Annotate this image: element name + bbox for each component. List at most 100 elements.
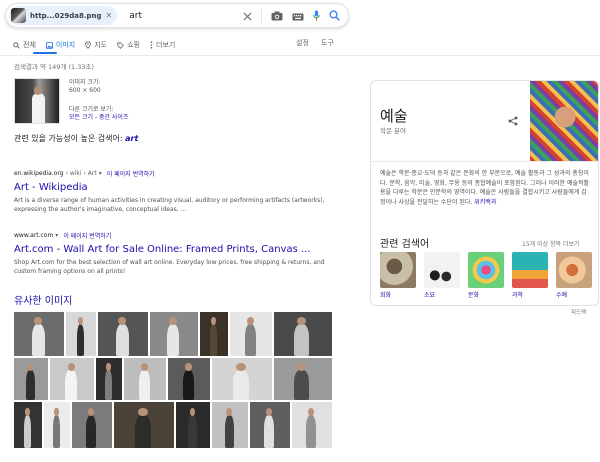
translate-link[interactable]: 이 페이지 번역하기 [63,231,111,240]
share-icon[interactable] [508,111,518,130]
tab-label: 이미지 [55,41,76,49]
translate-link[interactable]: 이 페이지 번역하기 [107,169,155,178]
result-url[interactable]: en.wikipedia.org [14,170,64,177]
best-guess-term[interactable]: art [125,134,138,143]
kp-description: 예술은 학문·종교·도덕 등과 같은 문화의 한 부문으로, 예술 활동과 그 … [380,169,592,207]
best-guess-prefix: 관련 있을 가능성이 높은 검색어: [14,134,123,143]
chip-label: http...029da8.png [30,11,102,20]
tag-icon [117,41,124,49]
search-result: www.art.com ▾ 이 페이지 번역하기 Art.com - Wall … [14,231,334,276]
kp-divider [371,161,598,162]
related-searches-title: 관련 검색어 [380,239,430,250]
similar-image[interactable] [274,358,332,400]
tab-more[interactable]: 더보기 [150,38,175,52]
search-divider [261,8,262,23]
related-thumbnail [512,252,548,288]
result-url[interactable]: www.art.com [14,232,53,239]
similar-image[interactable] [200,312,228,356]
knowledge-panel: 예술 학문 분야 예술은 학문·종교·도덕 등과 같은 문화의 한 부문으로, … [370,80,599,306]
similar-image[interactable] [230,312,272,356]
search-bar[interactable]: http...029da8.png ✕ art [5,3,349,28]
tabs-divider [0,55,600,56]
search-submit-icon[interactable] [329,6,340,25]
tab-shopping[interactable]: 쇼핑 [117,38,140,52]
tools-link[interactable]: 도구 [321,38,334,48]
result-snippet: Shop Art.com for the best selection of w… [14,259,325,275]
kp-subtitle: 학문 분야 [380,127,406,135]
image-size-label: 이미지 크기: [69,79,101,86]
similar-image[interactable] [176,402,210,448]
related-thumbnail [424,252,460,288]
similar-image[interactable] [150,312,198,356]
similar-image[interactable] [292,402,332,448]
dropdown-arrow-icon[interactable]: ▾ [99,170,102,177]
other-sizes-label: 다른 크기로 보기: [69,106,114,113]
dropdown-arrow-icon[interactable]: ▾ [55,232,58,239]
similar-image[interactable] [250,402,290,448]
similar-image[interactable] [168,358,210,400]
tab-label: 더보기 [156,41,176,49]
related-label: 회화 [380,292,392,299]
similar-images-title[interactable]: 유사한 이미지 [14,292,72,307]
image-size-value: 600 × 600 [69,87,101,94]
query-image-thumbnail[interactable] [14,78,60,124]
similar-image[interactable] [124,358,166,400]
map-pin-icon [85,41,92,49]
query-image-info: 이미지 크기: 600 × 600 다른 크기로 보기: 모든 크기 - 중간 … [69,79,128,122]
similar-image[interactable] [66,312,96,356]
similar-image[interactable] [44,402,70,448]
kp-title: 예술 [380,107,408,125]
active-tab-indicator [33,52,57,54]
kp-source-link[interactable]: 위키백과 [474,199,496,206]
tab-images[interactable]: 이미지 [45,38,76,52]
related-label: 소묘 [424,292,436,299]
clear-icon[interactable] [243,6,252,25]
similar-image[interactable] [14,312,64,356]
best-guess: 관련 있을 가능성이 높은 검색어: art [14,133,138,144]
settings-link[interactable]: 설정 [296,38,309,48]
similar-image[interactable] [274,312,332,356]
result-path: › wiki › Art [65,170,97,177]
related-label: 수예 [556,292,568,299]
similar-images-grid [14,312,332,462]
result-title[interactable]: Art.com - Wall Art for Sale Online: Fram… [14,244,334,255]
related-item[interactable]: 소묘 [424,252,460,299]
search-icon [13,41,20,49]
related-item[interactable]: 수예 [556,252,592,299]
related-item[interactable]: 과학 [512,252,548,299]
camera-icon[interactable] [271,6,283,25]
microphone-icon[interactable] [313,6,320,25]
tab-label: 전체 [23,41,36,49]
similar-image[interactable] [14,402,42,448]
image-search-chip[interactable]: http...029da8.png ✕ [9,6,118,25]
more-vert-icon [150,41,153,49]
related-thumbnail [380,252,416,288]
query-image-figure [32,93,45,123]
related-item[interactable]: 문화 [468,252,504,299]
keyboard-icon[interactable] [292,6,304,25]
related-label: 과학 [512,292,524,299]
related-item[interactable]: 회화 [380,252,416,299]
kp-image[interactable] [530,81,598,161]
similar-image[interactable] [50,358,94,400]
search-result: en.wikipedia.org › wiki › Art ▾ 이 페이지 번역… [14,169,334,214]
similar-image[interactable] [72,402,112,448]
search-input[interactable]: art [129,11,243,21]
result-stats: 검색결과 약 149개 (1.33초) [14,63,95,71]
related-more-link[interactable]: 15개 이상 항목 더보기 [522,239,580,248]
tab-label: 지도 [94,41,108,49]
feedback-link[interactable]: 피드백 [571,308,586,316]
tab-all[interactable]: 전체 [13,38,36,52]
query-image-head [34,86,42,95]
tab-maps[interactable]: 지도 [85,38,107,52]
similar-image[interactable] [114,402,174,448]
chip-close-icon[interactable]: ✕ [106,11,113,20]
similar-image[interactable] [98,312,148,356]
similar-image[interactable] [14,358,48,400]
similar-image[interactable] [212,358,272,400]
image-icon [45,41,53,49]
similar-image[interactable] [212,402,248,448]
result-title[interactable]: Art - Wikipedia [14,182,334,193]
similar-image[interactable] [96,358,122,400]
size-links[interactable]: 모든 크기 - 중간 사이즈 [69,114,128,121]
